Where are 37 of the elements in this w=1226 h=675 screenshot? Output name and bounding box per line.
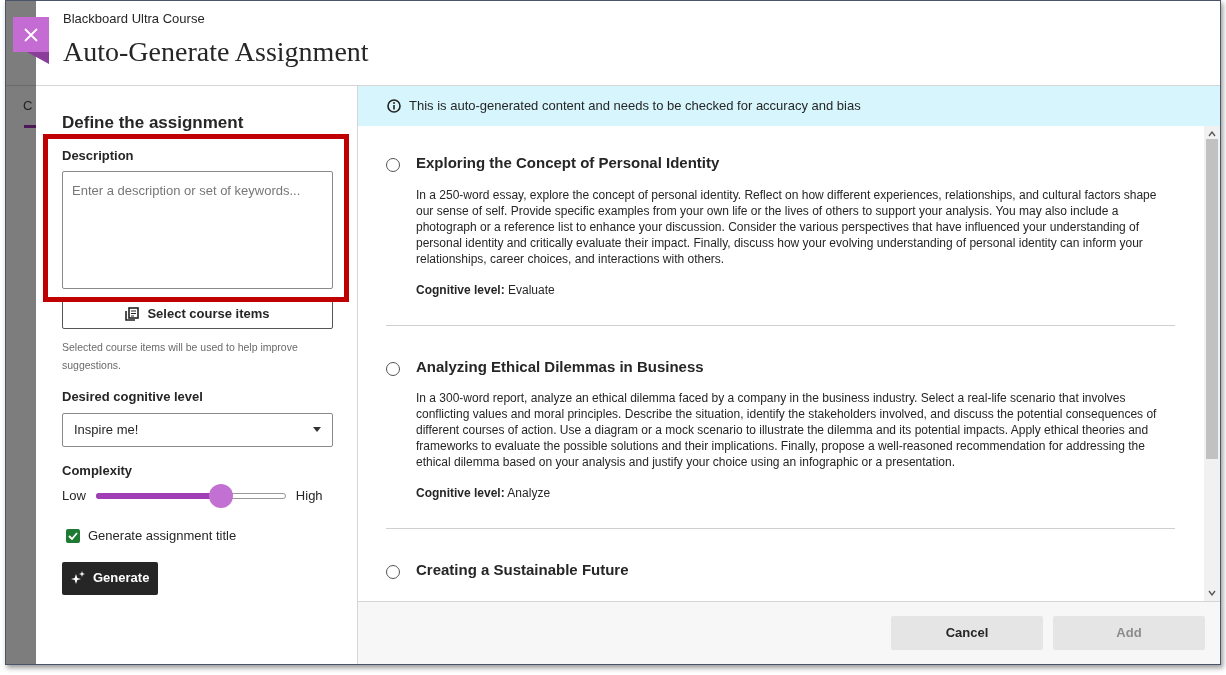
footer-button[interactable]: Cancel [891, 616, 1043, 650]
field-label: Description [62, 146, 135, 165]
scrollbar[interactable] [1204, 126, 1220, 601]
form-heading: Define the assignment [62, 112, 245, 134]
checkbox[interactable] [66, 528, 80, 543]
close-button[interactable] [13, 17, 49, 64]
suggestion-description: In a 300-word report, analyze an ethical dilemma faced by a company in the business industry. Select a real-life scenario that involves conflicting values and moral principles. Describe the situation, identify the stakeholders involved, and discuss the potential consequences of different courses of action. Use a diagram or a mock scenario to illustrate the dilemma and its potential impacts. Apply ethical theories and frameworks to evaluate the possible solutions and their implications. Finally, propose a well-reasoned recommendation for addressing the ethical dilemma based on your analysis and justify your choice using an infographic or a presentation. [416, 390, 1158, 470]
scroll-up-icon[interactable] [1208, 131, 1216, 137]
field-label: Desired cognitive level [62, 388, 204, 406]
scroll-down-icon[interactable] [1208, 590, 1216, 596]
document-stack-icon [125, 307, 140, 321]
cognitive-level-dropdown[interactable]: Inspire me! [62, 412, 333, 447]
cognitive-level-text: Cognitive level: Analyze [416, 485, 552, 502]
slider-max-label: High [295, 487, 323, 506]
dialog-title: Auto-Generate Assignment [63, 34, 370, 69]
generate-button[interactable]: Generate [62, 561, 159, 595]
slider-thumb[interactable] [209, 484, 234, 508]
suggestion-description: In a 250-word essay, explore the concept of personal identity. Reflect on how different experiences, relationships, and cultural factors shape our sense of self. Provide specific examples from your own life or the lives of others to support your analysis. You may also include a photograph or a reference list to enhance your discussion. Consider the various perspectives that have influenced your understanding of personal identity and critically evaluate their impact. Finally, discuss how your evolving understanding of personal identity can inform your relationships, career choices, and interactions with others. [416, 186, 1158, 267]
checkmark-icon [68, 531, 78, 540]
suggestion-title: Creating a Sustainable Future [416, 560, 630, 580]
caret-icon [313, 427, 321, 432]
suggestion-title: Analyzing Ethical Dilemmas in Business [416, 356, 705, 377]
checkbox-label: Generate assignment title [88, 527, 237, 545]
select-course-items-button[interactable]: Select course items [62, 299, 333, 329]
description-field[interactable]: Enter a description or set of keywords... [62, 171, 333, 289]
banner-text: This is auto-generated content and needs to be checked for accuracy and bias [409, 97, 861, 116]
hint-text: Selected course items will be used to help improve suggestions. [62, 340, 299, 373]
suggestion-title: Exploring the Concept of Personal Identity [416, 153, 721, 173]
slider-min-label: Low [62, 487, 86, 506]
field-label: Complexity [62, 461, 134, 480]
cognitive-level-text: Cognitive level: Evaluate [416, 281, 556, 299]
complexity-slider[interactable] [95, 484, 286, 508]
sparkle-icon [71, 571, 85, 585]
course-name: Blackboard Ultra Course [63, 10, 206, 28]
info-icon [387, 99, 401, 113]
tab-label: C [23, 97, 33, 115]
close-icon [24, 27, 38, 42]
